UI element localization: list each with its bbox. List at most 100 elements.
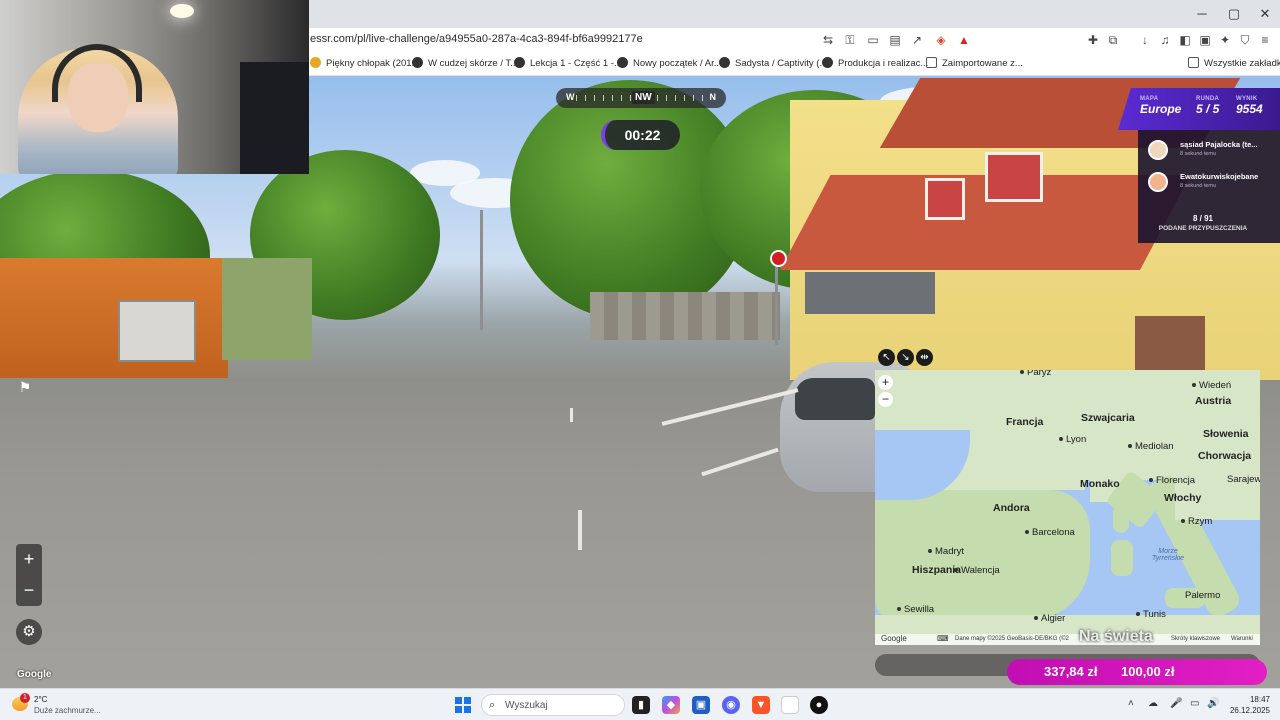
- map-city-label: Sewilla: [897, 604, 934, 615]
- discord-icon[interactable]: ◉: [722, 696, 740, 714]
- map-country-label: Włochy: [1164, 492, 1202, 504]
- map-zoom-in-button[interactable]: +: [878, 375, 893, 390]
- brave-browser-icon[interactable]: ▼: [752, 696, 770, 714]
- bookmark-item[interactable]: Sadysta / Captivity (...: [719, 57, 827, 69]
- download-icon[interactable]: ↓: [1137, 32, 1153, 48]
- tab-search-icon[interactable]: ⧉: [1105, 32, 1121, 48]
- report-icon[interactable]: ⚑: [14, 376, 36, 398]
- bookmark-favicon-icon: [719, 57, 730, 68]
- translate-icon[interactable]: ⇆: [820, 32, 836, 48]
- weather-widget[interactable]: 1 2°C Duże zachmurze...: [12, 693, 122, 718]
- player-time: 8 sekund temu: [1180, 183, 1217, 189]
- city-name: Mediolan: [1135, 441, 1174, 452]
- ceiling-lamp: [170, 4, 194, 18]
- tray-expand-icon[interactable]: ˄: [1128, 698, 1134, 709]
- start-tile: [455, 697, 462, 704]
- map-city-label: Paryż: [1020, 370, 1051, 378]
- round-info: RUNDA 5 / 5: [1196, 96, 1219, 116]
- onedrive-icon[interactable]: ☁: [1148, 698, 1158, 709]
- settings-gear-icon[interactable]: ⚙: [16, 619, 42, 645]
- search-placeholder: Wyszukaj: [505, 700, 548, 711]
- city-name: Sewilla: [904, 604, 935, 615]
- start-tile: [464, 706, 471, 713]
- keyboard-shortcuts-link[interactable]: Skróty klawiszowe: [1171, 636, 1220, 642]
- copilot-icon[interactable]: ◆: [662, 696, 680, 714]
- map-value: Europe: [1140, 102, 1182, 116]
- close-button[interactable]: ✕: [1250, 4, 1280, 24]
- screen-icon[interactable]: ▭: [865, 32, 881, 48]
- score-info: WYNIK 9554: [1236, 96, 1263, 116]
- key-icon[interactable]: ⚿: [842, 32, 858, 48]
- guess-map[interactable]: Paryż Wiedeń Austria Szwajcaria Francja …: [875, 370, 1260, 645]
- city-dot: [928, 549, 932, 553]
- bookmark-folder[interactable]: Zaimportowane z...: [926, 57, 1023, 69]
- media-icon[interactable]: ♫: [1157, 32, 1173, 48]
- building-door: [118, 300, 196, 362]
- bookmark-item[interactable]: W cudzej skórze / T...: [412, 57, 518, 69]
- avatar: [1148, 172, 1168, 192]
- webcam-overlay: [0, 0, 309, 174]
- rewards-icon[interactable]: ▲: [956, 32, 972, 48]
- taskbar-clock[interactable]: 18:47 26.12.2025: [1226, 694, 1270, 716]
- road-marking: [661, 388, 799, 426]
- player-name: Ewatokurwiskojebane: [1180, 172, 1259, 181]
- vpn-shield-icon[interactable]: ⛉: [1237, 32, 1253, 48]
- all-bookmarks-folder[interactable]: Wszystkie zakładki: [1188, 57, 1280, 69]
- city-dot: [1034, 616, 1038, 620]
- microphone-icon[interactable]: 🎤: [1170, 698, 1182, 709]
- city-name: Tunis: [1143, 609, 1166, 620]
- road-marking: [578, 510, 582, 550]
- map-country-label: Monako: [1080, 478, 1120, 490]
- bookmark-item[interactable]: Nowy początek / Ar...: [617, 57, 722, 69]
- bookmark-item[interactable]: Produkcja i realizac...: [822, 57, 928, 69]
- guess-count-label: PODANE PRZYPUSZCZENIA: [1158, 225, 1248, 232]
- task-view-icon[interactable]: ▮: [632, 696, 650, 714]
- clock-time: 18:47: [1249, 695, 1270, 704]
- bookmark-label: Lekcja 1 - Część 1 -...: [530, 58, 622, 69]
- map-city-label: Lyon: [1059, 434, 1086, 445]
- url-field[interactable]: essr.com/pl/live-challenge/a94955a0-287a…: [310, 33, 643, 45]
- map-pin-icon[interactable]: ⇹: [916, 349, 933, 366]
- road-marking: [570, 408, 573, 422]
- terms-link[interactable]: Warunki: [1231, 636, 1253, 642]
- search-icon: ⌕: [489, 699, 496, 711]
- store-icon[interactable]: ▣: [692, 696, 710, 714]
- zoom-in-button[interactable]: +: [16, 544, 42, 575]
- map-expand-icon[interactable]: ↘: [897, 349, 914, 366]
- map-shrink-icon[interactable]: ↖: [878, 349, 895, 366]
- map-google-logo: Google: [881, 634, 907, 643]
- city-name: Algier: [1041, 613, 1066, 624]
- taskbar-search[interactable]: ⌕ Wyszukaj: [481, 694, 625, 716]
- map-zoom-out-button[interactable]: −: [878, 392, 893, 407]
- land-sardinia: [1111, 540, 1133, 576]
- map-country-label: Francja: [1006, 416, 1044, 428]
- bookmark-favicon-icon: [822, 57, 833, 68]
- leo-ai-icon[interactable]: ✦: [1217, 32, 1233, 48]
- compass-right: N: [709, 92, 717, 102]
- share-icon[interactable]: ↗: [909, 32, 925, 48]
- extensions-icon[interactable]: ✚: [1085, 32, 1101, 48]
- bookmark-label: Wszystkie zakładki: [1204, 58, 1280, 69]
- windows-start-icon[interactable]: [455, 697, 471, 713]
- land-balkans: [1175, 460, 1260, 520]
- sidebar-icon[interactable]: ◧: [1177, 32, 1193, 48]
- zoom-out-button[interactable]: −: [16, 575, 42, 606]
- keyboard-icon[interactable]: ⌨: [937, 634, 949, 643]
- maximize-button[interactable]: ▢: [1219, 4, 1249, 24]
- bookmark-favicon-icon: [617, 57, 628, 68]
- menu-icon[interactable]: ≡: [1257, 32, 1273, 48]
- network-icon[interactable]: ▭: [1190, 698, 1199, 709]
- minimize-button[interactable]: ─: [1187, 4, 1217, 24]
- bookmark-favicon-icon: [514, 57, 525, 68]
- brave-shield-icon[interactable]: ◈: [933, 32, 949, 48]
- wallet-icon[interactable]: ▣: [1197, 32, 1213, 48]
- reader-icon[interactable]: ▤: [887, 32, 903, 48]
- obs-icon[interactable]: ●: [810, 696, 828, 714]
- google-logo: Google: [17, 669, 52, 680]
- weather-temperature: 2°C: [34, 695, 48, 704]
- volume-icon[interactable]: 🔊: [1207, 698, 1219, 709]
- bookmark-item[interactable]: Piękny chłopak (201...: [310, 57, 419, 69]
- explorer-icon[interactable]: [781, 696, 799, 714]
- bookmark-item[interactable]: Lekcja 1 - Część 1 -...: [514, 57, 622, 69]
- clock-date: 26.12.2025: [1229, 706, 1270, 715]
